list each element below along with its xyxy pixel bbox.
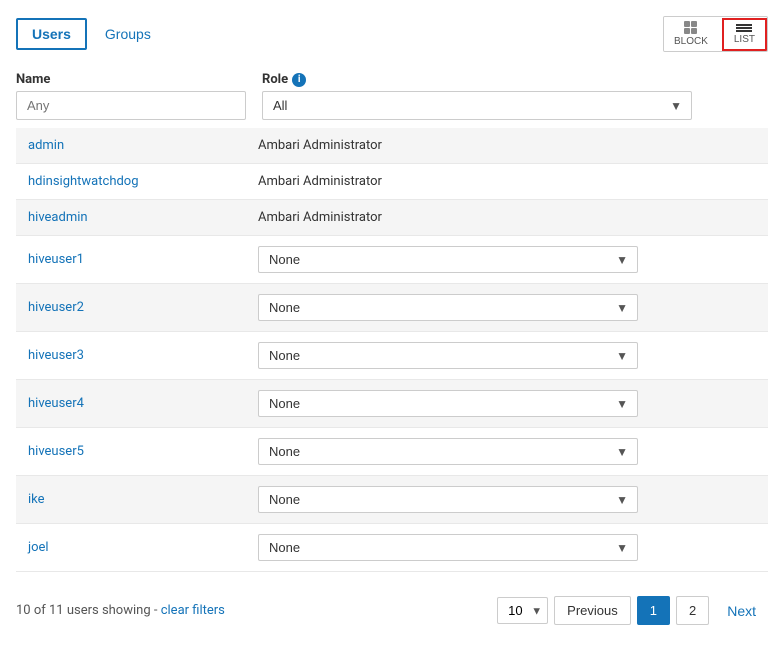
table-row: hiveuser3 NoneAmbari Administrator▼ [16, 332, 768, 380]
separator: - [154, 603, 161, 618]
role-text: Ambari Administrator [246, 128, 768, 164]
user-name-link[interactable]: hiveadmin [28, 210, 88, 225]
list-icon [736, 24, 752, 32]
nav-tabs: Users Groups [16, 18, 165, 50]
user-name-link[interactable]: hiveuser2 [28, 300, 84, 315]
pagination: 5 10 25 50 ▼ Previous 1 2 Next [497, 596, 768, 625]
table-row: joel NoneAmbari Administrator▼ [16, 524, 768, 572]
page-container: Users Groups BLOCK LIST Name [0, 0, 784, 649]
role-select-wrapper: NoneAmbari Administrator▼ [258, 390, 638, 417]
list-view-button[interactable]: LIST [722, 18, 767, 51]
role-select-wrapper: NoneAmbari Administrator▼ [258, 486, 638, 513]
name-filter-input[interactable] [16, 91, 246, 120]
block-view-button[interactable]: BLOCK [664, 17, 718, 51]
table-row: hiveuser2 NoneAmbari Administrator▼ [16, 284, 768, 332]
user-role-select[interactable]: NoneAmbari Administrator [258, 342, 638, 369]
table-row: admin Ambari Administrator [16, 128, 768, 164]
user-name-link[interactable]: hiveuser5 [28, 444, 84, 459]
role-select-wrapper: NoneAmbari Administrator▼ [258, 294, 638, 321]
previous-button[interactable]: Previous [554, 596, 631, 625]
role-select-wrapper: NoneAmbari Administrator▼ [258, 534, 638, 561]
role-select-wrapper: NoneAmbari Administrator▼ [258, 438, 638, 465]
role-info-icon[interactable]: i [292, 73, 306, 87]
role-filter-col: Role i All Ambari Administrator None ▼ [262, 72, 692, 120]
table-row: ike NoneAmbari Administrator▼ [16, 476, 768, 524]
per-page-wrapper: 5 10 25 50 ▼ [497, 597, 548, 624]
user-role-select[interactable]: NoneAmbari Administrator [258, 486, 638, 513]
role-select-wrapper: NoneAmbari Administrator▼ [258, 246, 638, 273]
table-row: hiveuser1 NoneAmbari Administrator▼ [16, 236, 768, 284]
page-2-button[interactable]: 2 [676, 596, 709, 625]
role-filter-select[interactable]: All Ambari Administrator None [262, 91, 692, 120]
role-select-wrapper: All Ambari Administrator None ▼ [262, 91, 692, 120]
users-tab[interactable]: Users [16, 18, 87, 50]
block-icon [684, 21, 697, 34]
role-text: Ambari Administrator [246, 164, 768, 200]
user-role-select[interactable]: NoneAmbari Administrator [258, 294, 638, 321]
role-text: Ambari Administrator [246, 200, 768, 236]
filter-row: Name Role i All Ambari Administrator Non… [16, 72, 768, 120]
footer: 10 of 11 users showing - clear filters 5… [16, 588, 768, 633]
user-name-link[interactable]: hdinsightwatchdog [28, 174, 139, 189]
footer-info: 10 of 11 users showing - clear filters [16, 603, 225, 618]
user-name-link[interactable]: admin [28, 138, 64, 153]
table-row: hiveuser4 NoneAmbari Administrator▼ [16, 380, 768, 428]
user-role-select[interactable]: NoneAmbari Administrator [258, 438, 638, 465]
table-row: hdinsightwatchdog Ambari Administrator [16, 164, 768, 200]
per-page-select[interactable]: 5 10 25 50 [497, 597, 548, 624]
name-filter-col: Name [16, 72, 246, 120]
user-name-link[interactable]: ike [28, 492, 45, 507]
role-select-wrapper: NoneAmbari Administrator▼ [258, 342, 638, 369]
user-name-link[interactable]: joel [28, 540, 49, 555]
clear-filters-link[interactable]: clear filters [161, 603, 225, 618]
view-toggle: BLOCK LIST [663, 16, 768, 52]
users-table: adminAmbari Administratorhdinsightwatchd… [16, 128, 768, 572]
next-button[interactable]: Next [715, 597, 768, 625]
page-1-button[interactable]: 1 [637, 596, 670, 625]
user-name-link[interactable]: hiveuser3 [28, 348, 84, 363]
role-filter-label: Role i [262, 72, 692, 87]
user-role-select[interactable]: NoneAmbari Administrator [258, 534, 638, 561]
top-nav: Users Groups BLOCK LIST [16, 16, 768, 52]
groups-tab[interactable]: Groups [91, 20, 165, 48]
user-role-select[interactable]: NoneAmbari Administrator [258, 246, 638, 273]
user-role-select[interactable]: NoneAmbari Administrator [258, 390, 638, 417]
table-row: hiveuser5 NoneAmbari Administrator▼ [16, 428, 768, 476]
user-name-link[interactable]: hiveuser4 [28, 396, 84, 411]
table-row: hiveadmin Ambari Administrator [16, 200, 768, 236]
name-filter-label: Name [16, 72, 246, 87]
user-name-link[interactable]: hiveuser1 [28, 252, 84, 267]
count-text: 10 of 11 users showing [16, 603, 151, 618]
